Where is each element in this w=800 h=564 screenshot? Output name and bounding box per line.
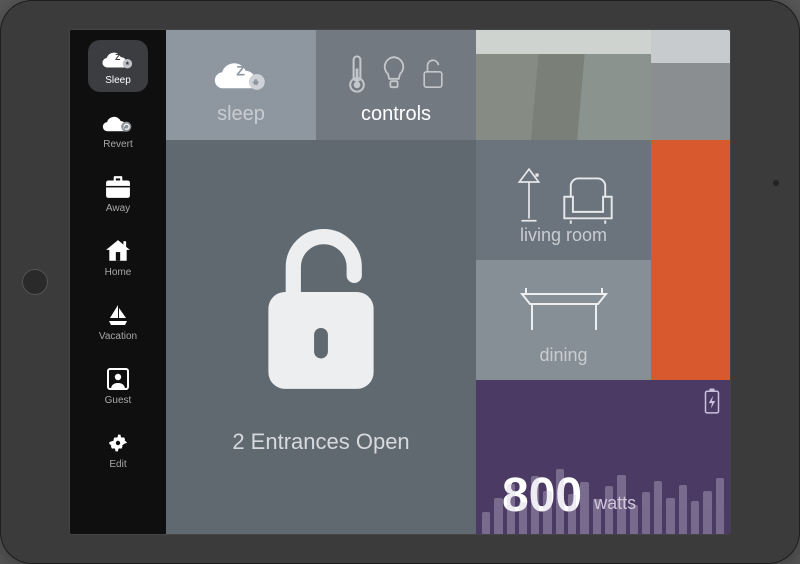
lightbulb-icon [382, 55, 406, 93]
user-square-icon [102, 366, 134, 392]
svg-text:Z: Z [115, 52, 120, 62]
sidebar-item-label: Revert [103, 139, 132, 150]
tile-room-dining[interactable]: dining [476, 260, 651, 380]
camera-tile-driveway[interactable] [476, 30, 651, 140]
svg-text:Z: Z [236, 63, 245, 79]
tile-controls[interactable]: controls [316, 30, 476, 140]
energy-sparkline [476, 462, 730, 534]
cloud-sleep-icon: Z [214, 44, 268, 103]
sidebar-item-label: Home [105, 267, 132, 278]
sidebar-item-label: Sleep [105, 75, 131, 86]
tile-label: controls [361, 103, 431, 126]
tile-scene-accent[interactable] [651, 140, 730, 380]
table-icon [516, 274, 612, 345]
sidebar-item-label: Away [106, 203, 130, 214]
tablet-frame: Z Sleep Revert Away Home [0, 0, 800, 564]
sidebar-item-edit[interactable]: Edit [88, 424, 148, 476]
house-icon [102, 238, 134, 264]
thermometer-icon [348, 55, 366, 93]
sidebar-item-guest[interactable]: Guest [88, 360, 148, 412]
tablet-home-button[interactable] [22, 269, 48, 295]
sidebar-item-revert[interactable]: Revert [88, 104, 148, 156]
room-icons [512, 154, 616, 225]
camera-tile-side[interactable] [651, 30, 730, 140]
floor-lamp-icon [512, 167, 546, 225]
sidebar-item-label: Edit [109, 459, 126, 470]
controls-icons [348, 44, 444, 103]
entrances-status-text: 2 Entrances Open [232, 429, 409, 455]
tile-label: dining [539, 345, 587, 366]
dashboard-grid: Z sleep controls [166, 30, 730, 534]
sidebar-item-label: Vacation [99, 331, 137, 342]
padlock-open-icon [251, 220, 391, 405]
sidebar-item-sleep[interactable]: Z Sleep [88, 40, 148, 92]
briefcase-icon [102, 174, 134, 200]
sidebar-item-vacation[interactable]: Vacation [88, 296, 148, 348]
tile-scene-sleep[interactable]: Z sleep [166, 30, 316, 140]
cloud-sleep-icon: Z [102, 46, 134, 72]
tile-energy[interactable]: 800 watts [476, 380, 730, 534]
sidebar-item-label: Guest [105, 395, 132, 406]
cloud-revert-icon [102, 110, 134, 136]
sidebar: Z Sleep Revert Away Home [70, 30, 166, 534]
tile-label: living room [520, 225, 607, 246]
app-screen: Z Sleep Revert Away Home [70, 30, 730, 534]
tile-label: sleep [217, 103, 265, 126]
sailboat-icon [102, 302, 134, 328]
battery-charging-icon [704, 388, 720, 419]
sidebar-item-away[interactable]: Away [88, 168, 148, 220]
lock-open-icon [422, 55, 444, 93]
armchair-icon [560, 175, 616, 225]
tile-room-living[interactable]: living room [476, 140, 651, 260]
tile-entrances[interactable]: 2 Entrances Open [166, 140, 476, 534]
sidebar-item-home[interactable]: Home [88, 232, 148, 284]
tablet-camera-dot [773, 180, 779, 186]
gear-icon [102, 430, 134, 456]
